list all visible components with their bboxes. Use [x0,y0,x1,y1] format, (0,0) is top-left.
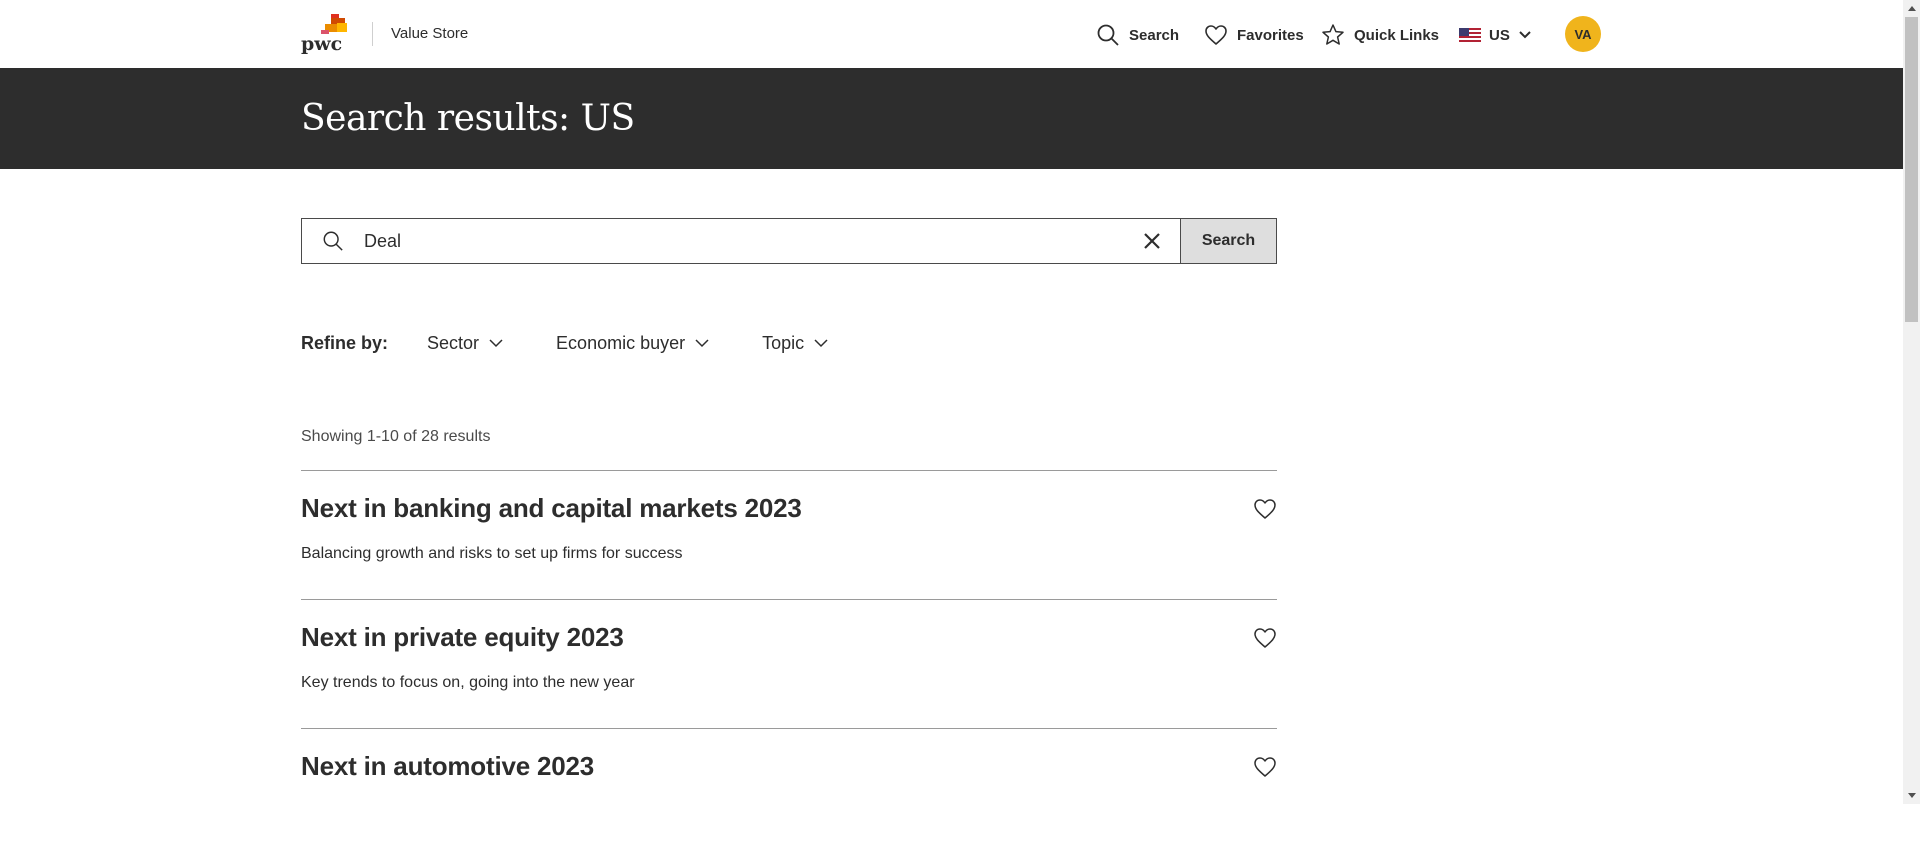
heart-icon[interactable] [1253,626,1277,650]
caret-down-icon [1907,793,1916,798]
search-input[interactable] [364,219,1124,263]
refine-label: Refine by: [301,332,389,353]
results-count: Showing 1-10 of 28 results [301,428,491,445]
nav-search-label: Search [1129,26,1180,44]
hero-banner: Search results: US [0,68,1903,169]
search-submit-button[interactable]: Search [1180,219,1276,263]
logo-wordmark: pwc [301,33,342,55]
brand-divider [372,22,373,46]
result-item: Next in automotive 2023 [301,728,1277,857]
page-scrollbar[interactable] [1903,0,1920,804]
results-list: Next in banking and capital markets 2023… [301,470,1277,857]
region-selector[interactable]: US [1459,22,1532,48]
heart-icon[interactable] [1253,497,1277,521]
scrollbar-thumb[interactable] [1905,17,1918,322]
result-item: Next in banking and capital markets 2023… [301,470,1277,599]
nav-quick-links-label: Quick Links [1354,26,1440,44]
chevron-down-icon [489,338,503,347]
chevron-down-icon [814,338,828,347]
search-bar: Search [301,218,1277,264]
star-icon [1322,24,1344,45]
pwc-logo[interactable]: pwc [301,14,355,56]
search-field-icon-wrap [302,219,364,263]
scroll-down-arrow[interactable] [1903,787,1920,804]
filter-topic-dropdown[interactable]: Topic [762,333,828,354]
clear-search-button[interactable] [1124,219,1180,263]
app-name[interactable]: Value Store [391,25,468,42]
refine-bar: Refine by: Sector Economic buyer Topic [301,331,881,355]
search-icon [323,231,343,251]
us-flag-icon [1459,28,1481,42]
scroll-up-arrow[interactable] [1903,0,1920,17]
chevron-down-icon [1519,31,1531,39]
region-label: US [1489,26,1510,44]
filter-sector-label: Sector [427,332,480,353]
result-description: Balancing growth and risks to set up fir… [301,545,683,562]
nav-favorites-label: Favorites [1237,26,1304,44]
result-title[interactable]: Next in banking and capital markets 2023 [301,493,802,524]
filter-sector-dropdown[interactable]: Sector [427,333,503,354]
filter-economic-buyer-label: Economic buyer [556,332,686,353]
nav-favorites-button[interactable]: Favorites [1204,22,1304,48]
search-icon [1097,24,1119,46]
result-item: Next in private equity 2023 Key trends t… [301,599,1277,728]
caret-up-icon [1907,6,1916,11]
chevron-down-icon [695,338,709,347]
close-icon [1144,233,1160,249]
heart-icon [1205,25,1227,45]
result-description: Key trends to focus on, going into the n… [301,674,635,691]
nav-search-button[interactable]: Search [1096,22,1179,48]
nav-quick-links-button[interactable]: Quick Links [1321,22,1439,48]
result-title[interactable]: Next in automotive 2023 [301,751,594,782]
filter-economic-buyer-dropdown[interactable]: Economic buyer [556,333,709,354]
top-navigation-bar: pwc Value Store Search Favorites Quick L… [0,0,1903,68]
result-title[interactable]: Next in private equity 2023 [301,622,624,653]
heart-icon[interactable] [1253,755,1277,779]
page-title: Search results: US [301,98,635,139]
user-avatar[interactable]: VA [1565,16,1601,52]
filter-topic-label: Topic [762,332,805,353]
